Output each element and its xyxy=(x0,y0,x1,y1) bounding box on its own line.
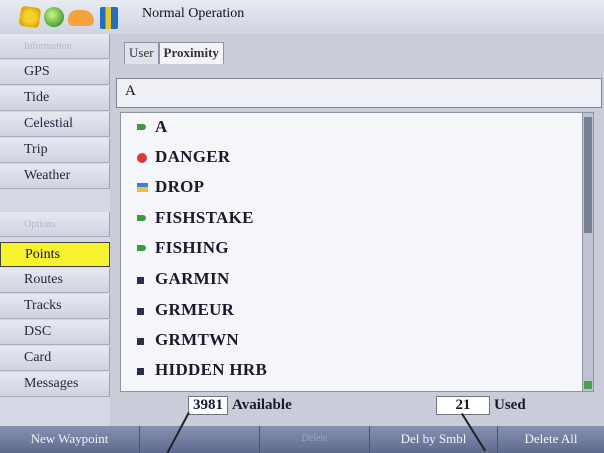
sidebar-item-options: Options xyxy=(0,212,110,237)
danger-icon xyxy=(137,153,147,163)
list-scrollbar[interactable] xyxy=(582,113,593,391)
square-icon xyxy=(137,277,144,284)
sidebar-item-points[interactable]: Points xyxy=(0,242,110,267)
satellite-icon xyxy=(100,7,118,29)
waypoint-name: GRMTWN xyxy=(155,330,239,349)
available-label: Available xyxy=(232,397,292,413)
sidebar-item-tracks[interactable]: Tracks xyxy=(0,294,110,319)
delete-button[interactable]: Delete xyxy=(260,426,370,453)
list-item[interactable]: FISHING xyxy=(121,234,591,265)
sidebar-item-dsc[interactable]: DSC xyxy=(0,320,110,345)
list-item[interactable]: GARMIN xyxy=(121,265,591,296)
sidebar-item-gps[interactable]: GPS xyxy=(0,60,110,85)
waypoint-name: A xyxy=(155,117,168,136)
sidebar-item-trip[interactable]: Trip xyxy=(0,138,110,163)
search-input[interactable]: A xyxy=(116,78,602,108)
list-item[interactable]: FISHSTAKE xyxy=(121,204,591,235)
sidebar-item-messages[interactable]: Messages xyxy=(0,372,110,397)
list-item[interactable]: GRMTWN xyxy=(121,326,591,357)
waypoint-name: GRMEUR xyxy=(155,300,235,319)
flag-icon xyxy=(137,245,146,251)
cloud-icon xyxy=(68,10,94,26)
available-count: 3981 Available xyxy=(188,396,292,415)
list-item[interactable]: DROP xyxy=(121,173,591,204)
page-title: Normal Operation xyxy=(142,6,245,21)
sidebar-item-weather[interactable]: Weather xyxy=(0,164,110,189)
waypoint-name: FISHING xyxy=(155,238,229,257)
sidebar-item-card[interactable]: Card xyxy=(0,346,110,371)
used-count: 21 Used xyxy=(436,396,526,415)
sidebar: Information GPS Tide Celestial Trip Weat… xyxy=(0,34,110,426)
softkey-bar: New Waypoint Delete Del by Smbl Delete A… xyxy=(0,426,604,453)
list-item[interactable]: HIDDEN HRB xyxy=(121,356,591,387)
globe-icon xyxy=(44,7,64,27)
delete-all-button[interactable]: Delete All xyxy=(498,426,604,453)
points-panel: UserProximity A A DANGER DROP FISHSTAKE xyxy=(110,34,604,426)
list-item[interactable]: A xyxy=(121,113,591,144)
flag-icon xyxy=(137,124,146,130)
scrollbar-thumb[interactable] xyxy=(584,117,592,233)
waypoint-name: FISHSTAKE xyxy=(155,208,254,227)
sidebar-item-information: Information xyxy=(0,34,110,59)
list-item[interactable]: DANGER xyxy=(121,143,591,174)
scrollbar-end-marker xyxy=(584,381,592,389)
sun-icon xyxy=(18,5,42,29)
picture-icon xyxy=(137,183,148,192)
sidebar-item-routes[interactable]: Routes xyxy=(0,268,110,293)
square-icon xyxy=(137,338,144,345)
available-value: 3981 xyxy=(188,396,228,415)
waypoint-name: DANGER xyxy=(155,147,231,166)
waypoint-name: DROP xyxy=(155,177,205,196)
waypoint-name: GARMIN xyxy=(155,269,230,288)
new-waypoint-button[interactable]: New Waypoint xyxy=(0,426,140,453)
tab-proximity[interactable]: Proximity xyxy=(158,42,224,64)
used-value: 21 xyxy=(436,396,490,415)
list-item[interactable]: GRMEUR xyxy=(121,296,591,327)
flag-icon xyxy=(137,215,146,221)
status-bar: Normal Operation xyxy=(0,0,604,35)
tab-user[interactable]: User xyxy=(124,42,159,64)
sidebar-item-tide[interactable]: Tide xyxy=(0,86,110,111)
used-label: Used xyxy=(494,397,526,413)
square-icon xyxy=(137,368,144,375)
waypoint-list: A DANGER DROP FISHSTAKE FISHING GARMIN G… xyxy=(120,112,594,392)
tab-strip: User Proximity xyxy=(124,42,224,66)
device-screen: Normal Operation Information GPS Tide Ce… xyxy=(0,0,604,453)
square-icon xyxy=(137,308,144,315)
waypoint-name: HIDDEN HRB xyxy=(155,360,268,379)
softkey-blank[interactable] xyxy=(140,426,260,453)
sidebar-item-celestial[interactable]: Celestial xyxy=(0,112,110,137)
